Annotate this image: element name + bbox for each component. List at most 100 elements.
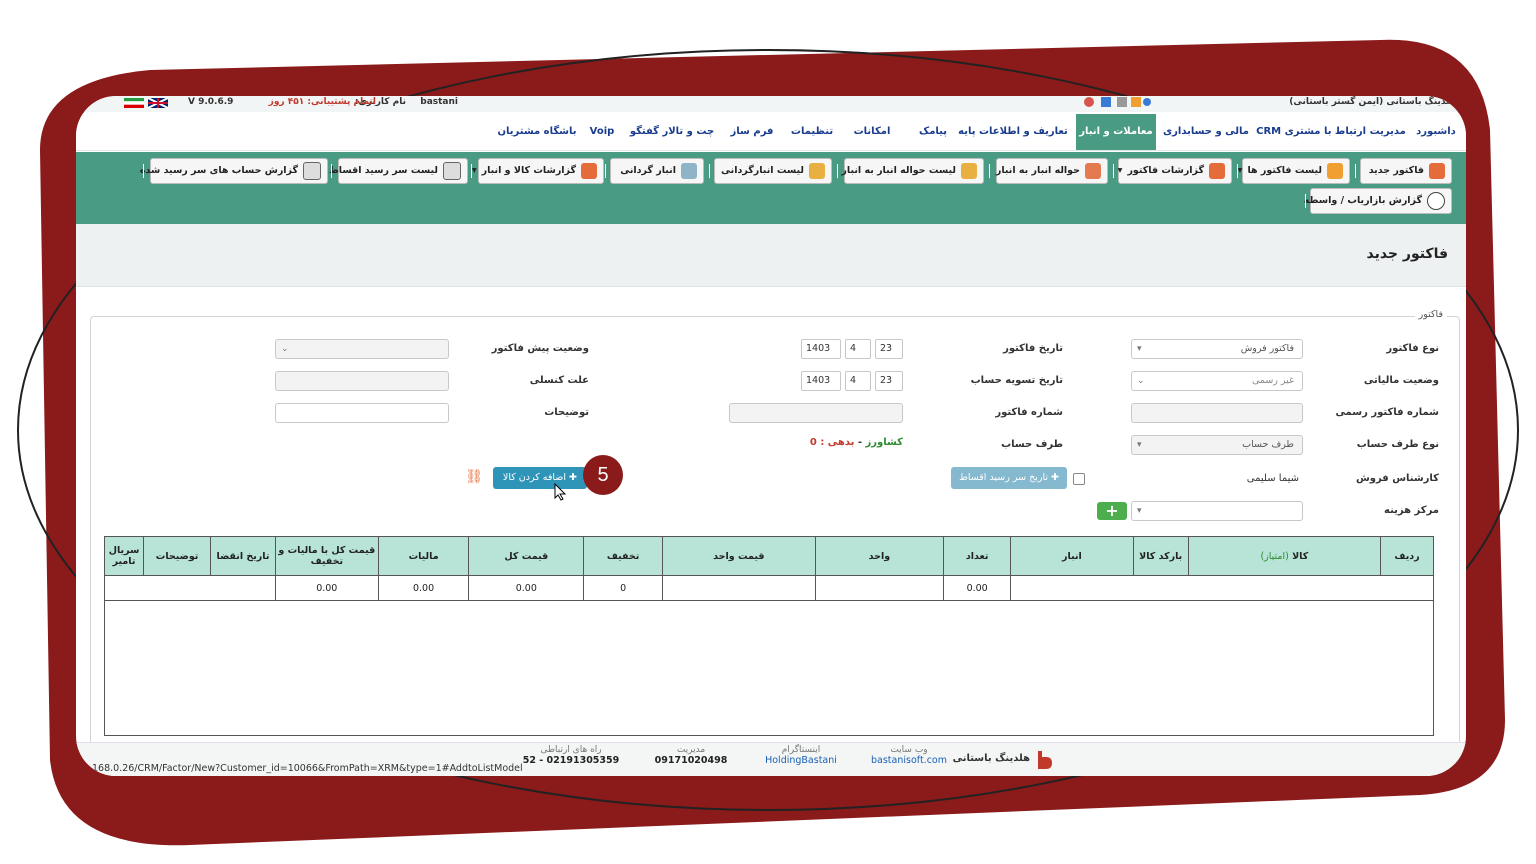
settle-date-day[interactable]: 23 xyxy=(875,371,903,391)
uk-flag-icon[interactable] xyxy=(147,97,169,109)
menu-trade-warehouse[interactable]: معاملات و انبار xyxy=(1076,114,1156,150)
invoice-date-label: تاریخ فاکتور xyxy=(1003,343,1063,354)
description-field[interactable] xyxy=(275,403,449,423)
menu-sms[interactable]: پیامک xyxy=(908,114,958,150)
col-tax: مالیات xyxy=(377,536,470,576)
account-side-label: طرف حساب xyxy=(1001,439,1063,450)
settle-date-month[interactable]: 4 xyxy=(845,371,871,391)
installments-button[interactable]: لیست سر رسید اقساط xyxy=(329,158,468,184)
invoice-list-button[interactable]: لیست فاکتور ها ▾ xyxy=(1238,158,1350,184)
chevron-down-icon: ⌄ xyxy=(281,344,289,354)
stocktaking-icon xyxy=(681,163,697,179)
warehouse-transfer-icon xyxy=(1085,163,1101,179)
marketer-report-icon xyxy=(1427,192,1445,210)
total-count: 0.00 xyxy=(943,575,1012,601)
chevron-down-icon: ▾ xyxy=(471,165,477,176)
menu-accounting[interactable]: مالی و حسابداری xyxy=(1156,114,1256,150)
tax-status-select[interactable]: غیر رسمی ⌄ xyxy=(1131,371,1303,391)
goods-reports-button[interactable]: گزارشات کالا و انبار ▾ xyxy=(472,158,604,184)
cost-center-label: مرکز هزینه xyxy=(1384,505,1439,516)
form-legend: فاکتور xyxy=(1414,309,1447,320)
plus-icon: ✚ xyxy=(569,472,577,483)
col-warehouse: انبار xyxy=(1010,536,1134,576)
account-side-type-select[interactable]: طرف حساب ▾ xyxy=(1131,435,1303,455)
tax-status-label: وضعیت مالیاتی xyxy=(1363,375,1439,386)
separator xyxy=(331,164,332,178)
chevron-down-icon: ▾ xyxy=(1117,165,1123,176)
chevron-down-icon: ▾ xyxy=(1137,506,1142,516)
transfer-list-button[interactable]: لیست حواله انبار به انبار xyxy=(841,158,984,184)
invoice-date-month[interactable]: 4 xyxy=(845,339,871,359)
goods-report-icon xyxy=(581,163,597,179)
separator xyxy=(1237,164,1238,178)
menu-features[interactable]: امکانات xyxy=(842,114,902,150)
pre-invoice-status-label: وضعیت پیش فاکتور xyxy=(491,343,589,354)
settle-date-year[interactable]: 1403 xyxy=(801,371,841,391)
pre-invoice-status-select[interactable]: ⌄ xyxy=(275,339,449,359)
menu-customer-club[interactable]: باشگاه مشتریان xyxy=(492,114,582,150)
new-invoice-button[interactable]: فاکتور جدید xyxy=(1360,158,1452,184)
account-side-value[interactable]: کشاورز - بدهی : 0 xyxy=(810,437,903,448)
add-cost-center-button[interactable]: + xyxy=(1097,502,1127,520)
col-count: تعداد xyxy=(943,536,1012,576)
chevron-down-icon: ⌄ xyxy=(1137,376,1145,386)
warehouse-transfer-button[interactable]: حواله انبار به انبار xyxy=(996,158,1108,184)
page-title: فاکتور جدید xyxy=(1366,246,1448,262)
stocktaking-list-button[interactable]: لیست انبارگردانی xyxy=(714,158,832,184)
chevron-down-icon: ▾ xyxy=(1237,165,1243,176)
separator xyxy=(1305,194,1306,208)
due-accounts-report-button[interactable]: گزارش حساب های سر رسید شده xyxy=(140,158,328,184)
top-info-bar: هلدینگ باستانی (ایمن گستر باستانی) نام ک… xyxy=(76,96,1466,112)
separator xyxy=(1113,164,1114,178)
installment-date-button[interactable]: ✚ تاریخ سر رسید اقساط xyxy=(951,467,1067,489)
manager-label: مدیریت xyxy=(676,745,706,755)
iran-flag-icon[interactable] xyxy=(124,98,144,108)
version: V 9.0.6.9 xyxy=(188,97,234,107)
description-label: توضیحات xyxy=(544,407,589,418)
menu-crm[interactable]: مدیریت ارتباط با مشتری CRM xyxy=(1256,114,1406,150)
menu-dashboard[interactable]: داشبورد xyxy=(1406,114,1466,150)
menu-chat[interactable]: چت و تالار گفتگو xyxy=(622,114,722,150)
invoice-list-icon xyxy=(1327,163,1343,179)
cancel-reason-field[interactable] xyxy=(275,371,449,391)
official-number-field[interactable] xyxy=(1131,403,1303,423)
brand-logo xyxy=(1034,749,1056,771)
total-discount: 0 xyxy=(583,575,664,601)
unlink-icon[interactable]: ⛓ xyxy=(465,469,483,485)
settle-date-label: تاریخ تسویه حساب xyxy=(970,375,1063,386)
invoice-date-year[interactable]: 1403 xyxy=(801,339,841,359)
menu-settings[interactable]: تنظیمات xyxy=(782,114,842,150)
marketer-report-button[interactable]: گزارش بازاریاب / واسطه xyxy=(1304,188,1452,214)
cursor-icon xyxy=(554,483,567,501)
website-link[interactable]: bastanisoft.com xyxy=(864,755,954,766)
sales-expert-value: شیما سلیمی xyxy=(1246,473,1299,484)
support-remaining: اتمام پشتیبانی: ۴۵۱ روز xyxy=(268,97,376,107)
invoice-number-field[interactable] xyxy=(729,403,903,423)
menu-form-builder[interactable]: فرم ساز xyxy=(722,114,782,150)
invoice-type-label: نوع فاکتور xyxy=(1386,343,1439,354)
stocktaking-button[interactable]: انبار گردانی xyxy=(610,158,704,184)
status-url: 168.0.26/CRM/Factor/New?Customer_id=1006… xyxy=(92,763,523,774)
transfer-list-icon xyxy=(961,163,977,179)
col-serial: سریال تامیر xyxy=(103,536,145,576)
main-menu: داشبورد مدیریت ارتباط با مشتری CRM مالی … xyxy=(76,114,1466,151)
add-goods-button[interactable]: ✚ اضافه کردن کالا xyxy=(492,467,587,489)
invoice-type-select[interactable]: فاکتور فروش ▾ xyxy=(1131,339,1303,359)
invoice-reports-button[interactable]: گزارشات فاکتور ▾ xyxy=(1118,158,1232,184)
notification-icons[interactable] xyxy=(1081,96,1151,109)
col-unit: واحد xyxy=(814,536,945,576)
separator xyxy=(709,164,710,178)
goods-table: ردیف کالا (امتیاز) بارکد کالا انبار تعدا… xyxy=(103,536,1434,601)
invoice-date-day[interactable]: 23 xyxy=(875,339,903,359)
chevron-down-icon: ▾ xyxy=(1137,440,1142,450)
cost-center-select[interactable]: ▾ xyxy=(1131,501,1303,521)
instagram-link[interactable]: HoldingBastani xyxy=(756,755,846,766)
footer-brand: هلدینگ باستانی xyxy=(952,753,1030,764)
official-number-label: شماره فاکتور رسمی xyxy=(1335,407,1439,418)
col-total: قیمت کل xyxy=(468,536,585,576)
website-label: وب سایت xyxy=(890,745,928,755)
menu-base-definitions[interactable]: تعاریف و اطلاعات پایه xyxy=(958,114,1068,150)
installment-checkbox[interactable] xyxy=(1073,473,1085,485)
menu-voip[interactable]: Voip xyxy=(582,114,622,150)
separator xyxy=(1355,164,1356,178)
